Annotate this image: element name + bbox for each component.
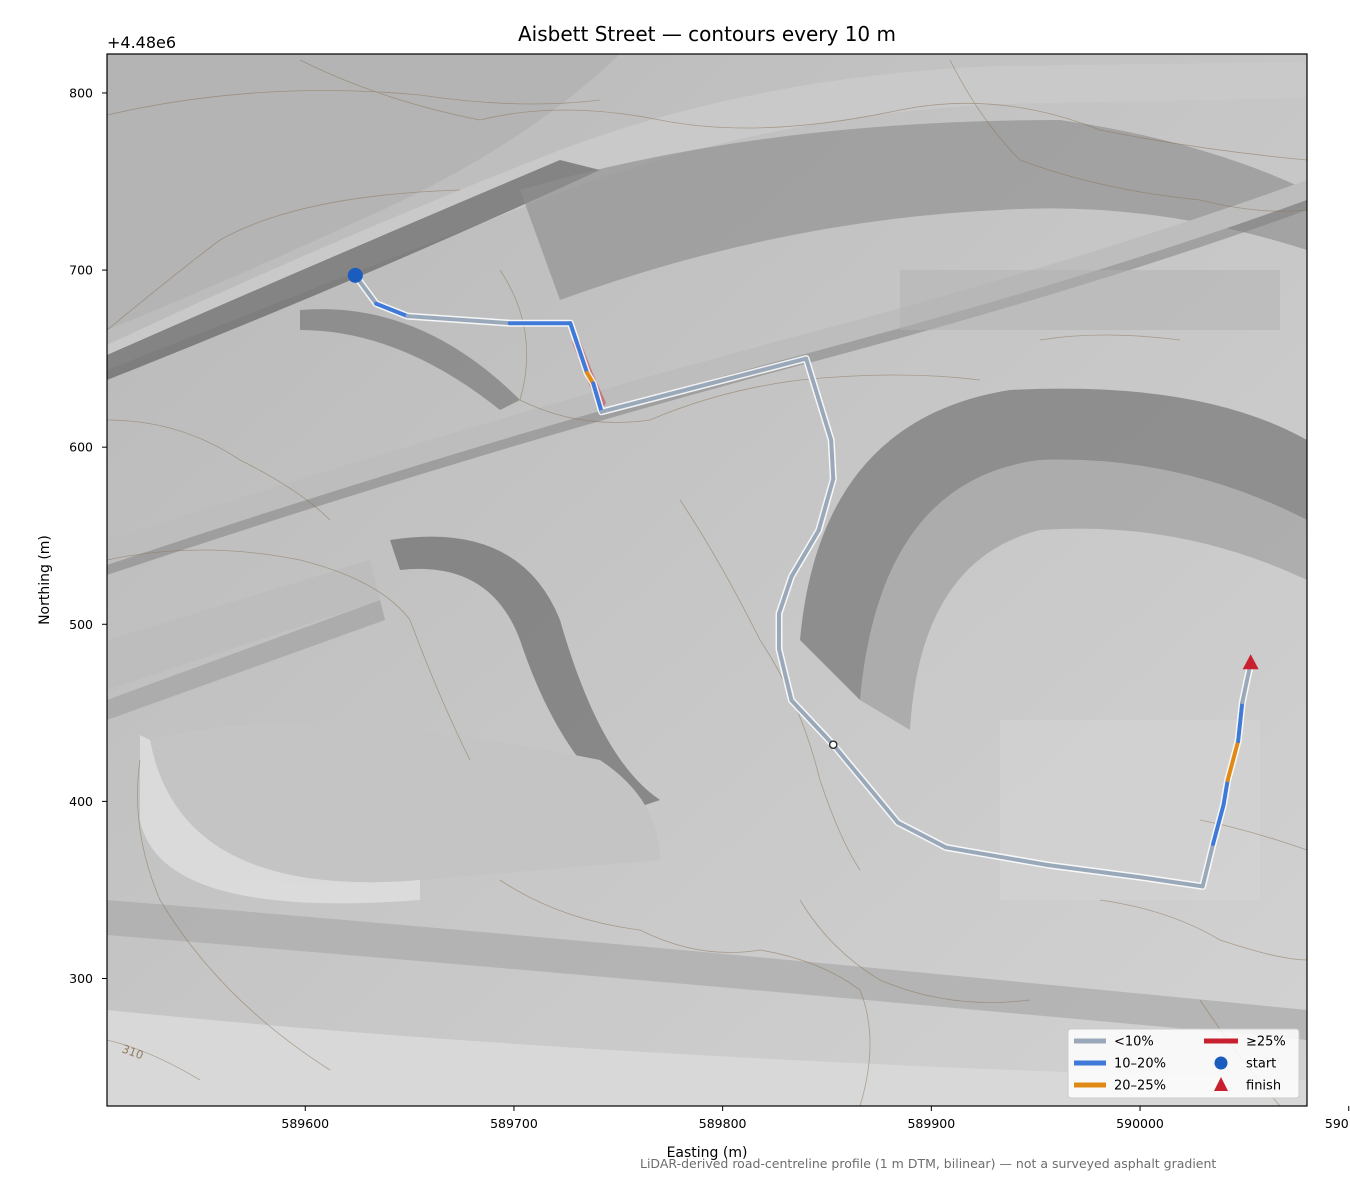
legend-label-finish: finish (1246, 1079, 1281, 1094)
chart-title: Aisbett Street — contours every 10 m (518, 22, 896, 46)
x-tick-label: 589700 (490, 1116, 538, 1131)
y-tick-label: 600 (69, 440, 93, 455)
hillshade-terrain (107, 54, 1307, 1106)
x-tick-label: 589900 (907, 1116, 955, 1131)
legend-swatch-start (1214, 1056, 1228, 1070)
y-tick-label: 800 (69, 85, 93, 100)
y-offset-label: +4.48e6 (107, 33, 176, 52)
x-axis-ticks: 589600 589700 589800 589900 590000 590100 (281, 1106, 1350, 1131)
x-tick-label: 589600 (281, 1116, 329, 1131)
y-tick-label: 400 (69, 794, 93, 809)
y-axis-label: Northing (m) (37, 535, 53, 625)
y-axis-ticks: 300 400 500 600 700 800 (69, 85, 107, 986)
x-tick-label: 590100 (1325, 1116, 1350, 1131)
footnote-credit: LiDAR-derived road-centreline profile (1… (640, 1156, 1217, 1171)
legend: <10% 10–20% 20–25% ≥25% start finish (1067, 1028, 1300, 1099)
y-tick-label: 300 (69, 971, 93, 986)
legend-label-20-25: 20–25% (1114, 1079, 1166, 1094)
y-tick-label: 700 (69, 263, 93, 278)
x-tick-label: 589800 (699, 1116, 747, 1131)
legend-label-start: start (1246, 1057, 1276, 1072)
legend-label-ge25: ≥25% (1246, 1035, 1286, 1050)
start-marker (347, 267, 363, 283)
route-segment (829, 438, 836, 482)
x-tick-label: 590000 (1116, 1116, 1164, 1131)
legend-label-lt10: <10% (1114, 1035, 1154, 1050)
map-figure: 310 589600589700589800589900590000590100… (37, 22, 1350, 1161)
midpoint-marker (828, 740, 838, 750)
legend-label-10-20: 10–20% (1114, 1057, 1166, 1072)
y-tick-label: 500 (69, 617, 93, 632)
